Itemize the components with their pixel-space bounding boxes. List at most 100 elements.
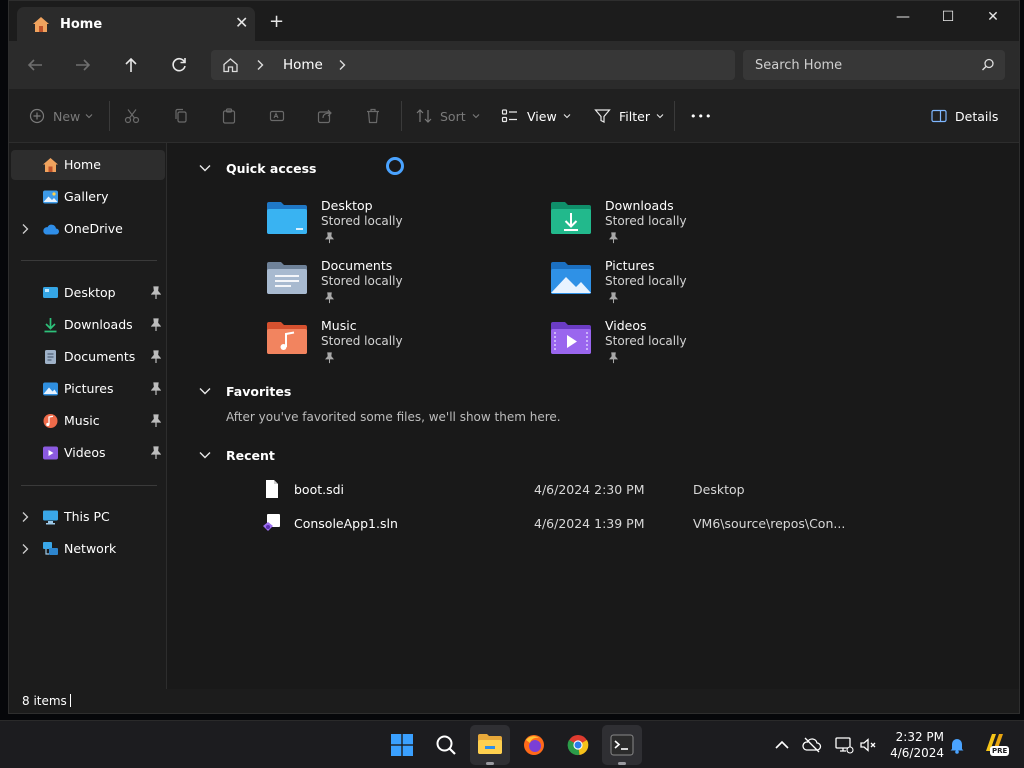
navigation-pane: Home Gallery OneDrive Desktop Downloads … <box>9 143 167 689</box>
sidebar-item-downloads[interactable]: Downloads <box>11 310 165 340</box>
favorites-collapse-chevron-icon[interactable] <box>198 384 212 398</box>
breadcrumb-chevron-icon[interactable] <box>255 59 265 71</box>
sidebar-item-label: Home <box>64 157 101 172</box>
pin-icon[interactable] <box>151 318 161 332</box>
quick-access-downloads[interactable]: Downloads Stored locally <box>549 198 829 256</box>
sidebar-item-videos[interactable]: Videos <box>11 438 165 468</box>
quick-access-desktop[interactable]: Desktop Stored locally <box>265 198 545 256</box>
sidebar-item-network[interactable]: Network <box>11 534 165 564</box>
close-window-button[interactable]: ✕ <box>973 7 1013 27</box>
back-arrow-icon[interactable] <box>23 53 47 77</box>
sidebar-item-documents[interactable]: Documents <box>11 342 165 372</box>
chevron-right-icon[interactable] <box>21 543 29 555</box>
tab-home[interactable]: Home ✕ <box>17 7 255 41</box>
sidebar-item-pictures[interactable]: Pictures <box>11 374 165 404</box>
address-bar[interactable]: Home <box>211 50 735 80</box>
cut-icon[interactable] <box>124 108 140 124</box>
search-box[interactable] <box>743 50 1005 80</box>
taskbar-firefox[interactable] <box>514 725 554 765</box>
copilot-preview-button[interactable]: PRE <box>981 731 1010 757</box>
breadcrumb-home[interactable]: Home <box>283 57 323 73</box>
taskbar-search-button[interactable] <box>426 725 466 765</box>
home-icon <box>43 158 58 172</box>
quick-access-collapse-chevron-icon[interactable] <box>198 161 212 175</box>
sidebar-item-home[interactable]: Home <box>11 150 165 180</box>
sort-button[interactable]: Sort <box>415 104 480 128</box>
this-pc-icon <box>43 510 58 525</box>
new-button[interactable]: New <box>29 104 93 128</box>
recent-file-date: 4/6/2024 2:30 PM <box>534 482 645 497</box>
sidebar-item-label: Gallery <box>64 189 109 204</box>
copy-icon[interactable] <box>173 108 189 124</box>
taskbar-chrome[interactable] <box>558 725 598 765</box>
rename-icon[interactable] <box>269 108 285 124</box>
sidebar-item-desktop[interactable]: Desktop <box>11 278 165 308</box>
recent-file-row[interactable]: boot.sdi 4/6/2024 2:30 PM Desktop <box>252 474 912 504</box>
volume-muted-icon[interactable] <box>858 735 878 755</box>
recent-title: Recent <box>226 448 275 463</box>
recent-file-location: Desktop <box>693 482 745 497</box>
refresh-icon[interactable] <box>167 53 191 77</box>
home-outline-icon <box>223 58 238 73</box>
notification-bell-icon[interactable] <box>947 735 967 755</box>
pin-icon[interactable] <box>151 414 161 428</box>
pin-icon[interactable] <box>151 382 161 396</box>
details-pane-icon <box>931 109 947 123</box>
terminal-icon <box>610 734 634 756</box>
status-bar: 8 items <box>9 689 1019 713</box>
quick-access-documents[interactable]: Documents Stored locally <box>265 258 545 316</box>
view-label: View <box>527 108 557 124</box>
clock-time: 2:32 PM <box>895 730 944 744</box>
recent-collapse-chevron-icon[interactable] <box>198 448 212 462</box>
filter-button[interactable]: Filter <box>594 104 664 128</box>
details-button[interactable]: Details <box>931 104 998 128</box>
status-separator <box>70 694 71 707</box>
show-hidden-icons-chevron-icon[interactable] <box>772 735 792 755</box>
sidebar-item-gallery[interactable]: Gallery <box>11 182 165 212</box>
up-arrow-icon[interactable] <box>119 53 143 77</box>
active-app-indicator <box>486 762 494 765</box>
command-separator <box>401 101 402 131</box>
search-input[interactable] <box>755 56 965 74</box>
delete-icon[interactable] <box>365 108 381 124</box>
content-area: Quick access Desktop Stored locally Down… <box>168 143 1019 689</box>
sidebar-item-label: Videos <box>64 445 106 460</box>
minimize-button[interactable]: — <box>883 7 923 27</box>
folder-subtitle: Stored locally <box>321 334 403 348</box>
pin-icon[interactable] <box>151 286 161 300</box>
title-bar[interactable]: Home ✕ + — ☐ ✕ <box>9 1 1019 41</box>
recent-file-row[interactable]: ConsoleApp1.sln 4/6/2024 1:39 PM VM6\sou… <box>252 508 912 538</box>
search-icon <box>436 735 456 755</box>
quick-access-music[interactable]: Music Stored locally <box>265 318 545 376</box>
start-button[interactable] <box>382 725 422 765</box>
sidebar-item-onedrive[interactable]: OneDrive <box>11 214 165 244</box>
taskbar-terminal[interactable] <box>602 725 642 765</box>
new-label: New <box>53 108 81 124</box>
search-icon[interactable] <box>981 58 995 72</box>
preview-badge: PRE <box>990 746 1010 756</box>
new-plus-icon <box>29 108 45 124</box>
pin-icon[interactable] <box>151 446 161 460</box>
sidebar-item-music[interactable]: Music <box>11 406 165 436</box>
system-clock[interactable]: 2:32 PM 4/6/2024 <box>884 729 944 761</box>
taskbar-file-explorer[interactable] <box>470 725 510 765</box>
more-options-button[interactable]: ••• <box>690 104 712 128</box>
chevron-right-icon[interactable] <box>21 511 29 523</box>
new-tab-button[interactable]: + <box>269 13 284 31</box>
pin-icon <box>609 232 618 244</box>
view-button[interactable]: View <box>501 104 571 128</box>
pin-icon[interactable] <box>151 350 161 364</box>
quick-access-pictures[interactable]: Pictures Stored locally <box>549 258 829 316</box>
onedrive-offline-icon[interactable] <box>802 735 822 755</box>
sidebar-item-this-pc[interactable]: This PC <box>11 502 165 532</box>
chevron-right-icon[interactable] <box>21 223 29 235</box>
network-status-icon[interactable] <box>834 735 854 755</box>
breadcrumb-chevron-icon[interactable] <box>337 59 347 71</box>
paste-icon[interactable] <box>221 108 237 124</box>
folder-subtitle: Stored locally <box>321 214 403 228</box>
tab-close-button[interactable]: ✕ <box>235 15 248 31</box>
forward-arrow-icon[interactable] <box>71 53 95 77</box>
share-icon[interactable] <box>317 108 333 124</box>
maximize-button[interactable]: ☐ <box>928 7 968 27</box>
quick-access-videos[interactable]: Videos Stored locally <box>549 318 829 376</box>
